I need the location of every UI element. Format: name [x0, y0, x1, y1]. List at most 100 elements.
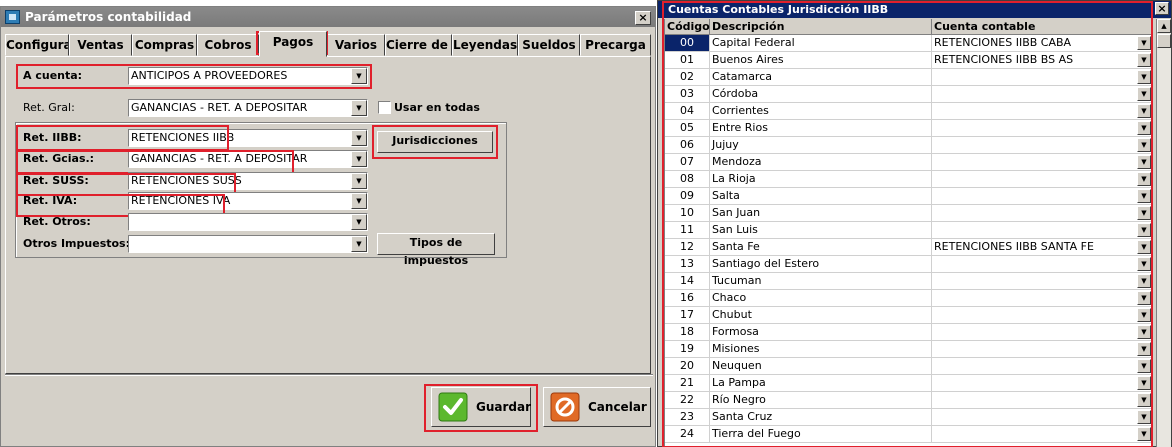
chevron-down-icon[interactable]: ▼ — [1137, 223, 1151, 237]
row-description[interactable]: Mendoza — [710, 154, 932, 171]
row-code[interactable]: 00 — [665, 35, 710, 52]
row-description[interactable]: Chubut — [710, 307, 932, 324]
row-code[interactable]: 12 — [665, 239, 710, 256]
chevron-down-icon[interactable]: ▼ — [351, 130, 367, 146]
chevron-down-icon[interactable]: ▼ — [351, 68, 367, 84]
scroll-thumb[interactable] — [1157, 34, 1171, 48]
row-account-select[interactable]: ▼ — [932, 154, 1152, 171]
chevron-down-icon[interactable]: ▼ — [1137, 121, 1151, 135]
ret-otros-select[interactable]: ▼ — [128, 213, 368, 231]
table-row[interactable]: 11 San Luis ▼ — [665, 222, 1152, 239]
row-account-select[interactable]: ▼ — [932, 358, 1152, 375]
row-description[interactable]: Santa Cruz — [710, 409, 932, 426]
row-account-select[interactable]: ▼ — [932, 290, 1152, 307]
table-row[interactable]: 18 Formosa ▼ — [665, 324, 1152, 341]
chevron-down-icon[interactable]: ▼ — [1137, 325, 1151, 339]
row-account-select[interactable]: RETENCIONES IIBB CABA ▼ — [932, 35, 1152, 52]
row-description[interactable]: Jujuy — [710, 137, 932, 154]
row-code[interactable]: 07 — [665, 154, 710, 171]
row-code[interactable]: 24 — [665, 426, 710, 443]
chevron-down-icon[interactable]: ▼ — [1137, 155, 1151, 169]
row-account-select[interactable]: ▼ — [932, 171, 1152, 188]
chevron-down-icon[interactable]: ▼ — [1137, 376, 1151, 390]
chevron-down-icon[interactable]: ▼ — [1137, 87, 1151, 101]
column-header-codigo[interactable]: Código — [665, 19, 710, 35]
row-account-select[interactable]: ▼ — [932, 341, 1152, 358]
row-account-select[interactable]: ▼ — [932, 69, 1152, 86]
table-row[interactable]: 04 Corrientes ▼ — [665, 103, 1152, 120]
chevron-down-icon[interactable]: ▼ — [1137, 70, 1151, 84]
row-account-select[interactable]: ▼ — [932, 103, 1152, 120]
row-description[interactable]: Salta — [710, 188, 932, 205]
close-button[interactable]: × — [1155, 2, 1169, 15]
table-row[interactable]: 20 Neuquen ▼ — [665, 358, 1152, 375]
table-row[interactable]: 14 Tucuman ▼ — [665, 273, 1152, 290]
table-row[interactable]: 21 La Pampa ▼ — [665, 375, 1152, 392]
chevron-down-icon[interactable]: ▼ — [351, 100, 367, 116]
row-code[interactable]: 10 — [665, 205, 710, 222]
chevron-down-icon[interactable]: ▼ — [1137, 291, 1151, 305]
row-account-select[interactable]: ▼ — [932, 120, 1152, 137]
ret-gral-select[interactable]: GANANCIAS - RET. A DEPOSITAR ▼ — [128, 99, 368, 117]
row-code[interactable]: 16 — [665, 290, 710, 307]
chevron-down-icon[interactable]: ▼ — [1137, 308, 1151, 322]
chevron-down-icon[interactable]: ▼ — [1137, 274, 1151, 288]
row-code[interactable]: 22 — [665, 392, 710, 409]
table-row[interactable]: 12 Santa Fe RETENCIONES IIBB SANTA FE ▼ — [665, 239, 1152, 256]
ret-suss-select[interactable]: RETENCIONES SUSS ▼ — [128, 172, 368, 190]
ret-iibb-select[interactable]: RETENCIONES IIBB ▼ — [128, 129, 368, 147]
ret-iva-select[interactable]: RETENCIONES IVA ▼ — [128, 192, 368, 210]
row-description[interactable]: Neuquen — [710, 358, 932, 375]
row-account-select[interactable]: RETENCIONES IIBB SANTA FE ▼ — [932, 239, 1152, 256]
row-description[interactable]: Catamarca — [710, 69, 932, 86]
row-code[interactable]: 14 — [665, 273, 710, 290]
usar-en-todas-checkbox[interactable] — [378, 101, 391, 114]
row-account-select[interactable]: ▼ — [932, 273, 1152, 290]
row-code[interactable]: 20 — [665, 358, 710, 375]
row-description[interactable]: San Luis — [710, 222, 932, 239]
chevron-down-icon[interactable]: ▼ — [1137, 206, 1151, 220]
chevron-down-icon[interactable]: ▼ — [1137, 427, 1151, 441]
row-description[interactable]: Santiago del Estero — [710, 256, 932, 273]
row-account-select[interactable]: RETENCIONES IIBB BS AS ▼ — [932, 52, 1152, 69]
row-code[interactable]: 17 — [665, 307, 710, 324]
tab-varios[interactable]: Varios — [327, 34, 385, 56]
row-account-select[interactable]: ▼ — [932, 324, 1152, 341]
row-description[interactable]: Capital Federal — [710, 35, 932, 52]
chevron-down-icon[interactable]: ▼ — [1137, 53, 1151, 67]
column-header-cuenta[interactable]: Cuenta contable — [932, 19, 1152, 35]
row-account-select[interactable]: ▼ — [932, 86, 1152, 103]
row-code[interactable]: 23 — [665, 409, 710, 426]
table-row[interactable]: 13 Santiago del Estero ▼ — [665, 256, 1152, 273]
row-code[interactable]: 03 — [665, 86, 710, 103]
close-button[interactable]: × — [635, 11, 651, 25]
row-code[interactable]: 08 — [665, 171, 710, 188]
row-description[interactable]: Buenos Aires — [710, 52, 932, 69]
row-code[interactable]: 05 — [665, 120, 710, 137]
row-account-select[interactable]: ▼ — [932, 205, 1152, 222]
tab-configuracion[interactable]: Configurac — [5, 34, 69, 56]
row-description[interactable]: La Rioja — [710, 171, 932, 188]
row-description[interactable]: Tierra del Fuego — [710, 426, 932, 443]
tab-precarga[interactable]: Precarga — [580, 34, 651, 56]
tab-pagos[interactable]: Pagos — [259, 31, 327, 57]
row-account-select[interactable]: ▼ — [932, 307, 1152, 324]
table-row[interactable]: 06 Jujuy ▼ — [665, 137, 1152, 154]
row-code[interactable]: 09 — [665, 188, 710, 205]
chevron-down-icon[interactable]: ▼ — [1137, 138, 1151, 152]
tab-leyendas[interactable]: Leyendas — [452, 34, 518, 56]
row-code[interactable]: 11 — [665, 222, 710, 239]
chevron-down-icon[interactable]: ▼ — [351, 151, 367, 167]
table-row[interactable]: 02 Catamarca ▼ — [665, 69, 1152, 86]
window-titlebar[interactable]: Parámetros contabilidad — [1, 7, 655, 27]
row-account-select[interactable]: ▼ — [932, 375, 1152, 392]
chevron-down-icon[interactable]: ▼ — [1137, 36, 1151, 50]
table-row[interactable]: 07 Mendoza ▼ — [665, 154, 1152, 171]
chevron-down-icon[interactable]: ▼ — [351, 236, 367, 252]
row-description[interactable]: Corrientes — [710, 103, 932, 120]
chevron-down-icon[interactable]: ▼ — [1137, 410, 1151, 424]
row-description[interactable]: Santa Fe — [710, 239, 932, 256]
chevron-down-icon[interactable]: ▼ — [1137, 189, 1151, 203]
table-row[interactable]: 22 Río Negro ▼ — [665, 392, 1152, 409]
table-row[interactable]: 00 Capital Federal RETENCIONES IIBB CABA ▼ — [665, 35, 1152, 52]
